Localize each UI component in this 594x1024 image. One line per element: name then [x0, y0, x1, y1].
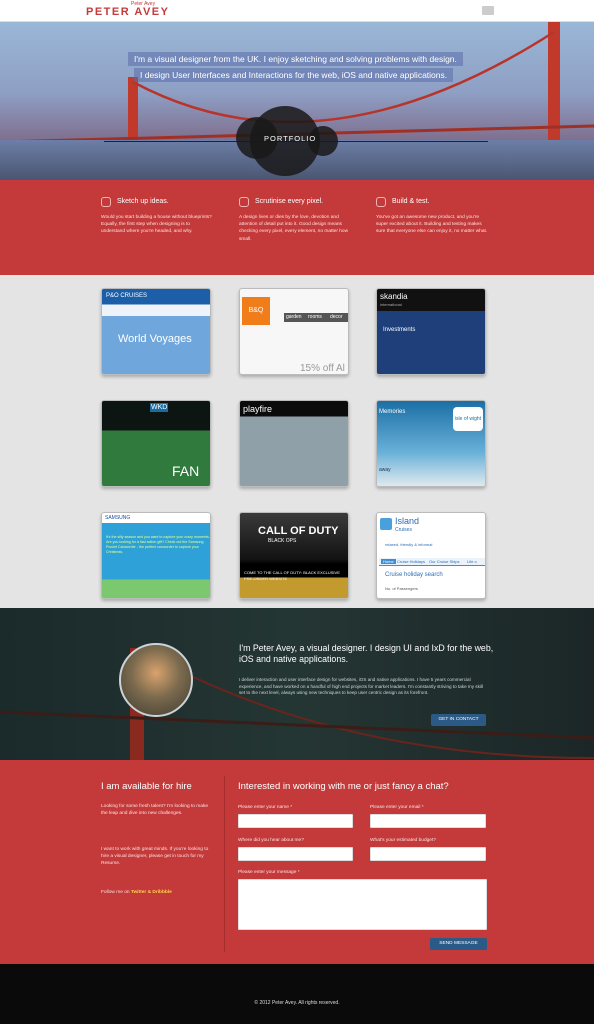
project-samsung[interactable]: SAMSUNG It's the silly season and you wa…	[101, 512, 211, 599]
column-divider	[224, 776, 225, 952]
message-field[interactable]	[238, 879, 487, 930]
hire-text: Looking for some fresh talent? I'm looki…	[101, 804, 209, 817]
wight-sub: away	[379, 467, 391, 473]
avatar	[119, 643, 193, 717]
feature-text: You've got an awesome new product, and y…	[376, 215, 488, 235]
po-brand: P&O CRUISES	[106, 293, 148, 299]
about-heading: I'm Peter Avey, a visual designer. I des…	[239, 643, 494, 664]
portfolio-gallery: P&O CRUISES World Voyages B&Q garden roo…	[0, 275, 594, 608]
feature-title: Build & test.	[392, 198, 430, 205]
footer: © 2012 Peter Avey. All rights reserved.	[0, 964, 594, 1024]
send-message-button[interactable]: SEND MESSAGE	[430, 938, 487, 950]
about-body: I deliver interaction and user interface…	[239, 677, 483, 696]
budget-field[interactable]	[370, 847, 486, 861]
hero-line-1: I'm a visual designer from the UK. I enj…	[128, 52, 463, 66]
cloud-icon	[101, 197, 111, 207]
skandia-heading: Investments	[383, 327, 416, 333]
hear-field[interactable]	[238, 847, 353, 861]
island-tab: Our Cruise Ships	[429, 559, 460, 564]
hire-text: I want to work with great minds. If you'…	[101, 847, 209, 867]
top-bar: Peter Avey PETER AVEY	[0, 0, 594, 22]
feature-scrutinise: Scrutinise every pixel. A design lives o…	[239, 197, 351, 243]
samsung-text: It's the silly season and you want to ca…	[106, 535, 210, 554]
project-wkd[interactable]: WKD FAN	[101, 400, 211, 487]
island-tagline: relaxed, friendly & informal	[385, 542, 433, 547]
island-search: Cruise holiday search	[385, 572, 443, 578]
wrench-icon	[376, 197, 386, 207]
island-brand: Island	[395, 516, 420, 526]
project-playfire[interactable]: playfire	[239, 400, 349, 487]
email-label: Please enter your email *	[370, 805, 424, 810]
contact-title: Interested in working with me or just fa…	[238, 781, 449, 792]
bq-nav: garden rooms decor	[284, 313, 348, 322]
bq-nav-item: garden	[286, 314, 302, 320]
features-section: Sketch up ideas. Would you start buildin…	[0, 180, 594, 275]
follow-line: Follow me on Twitter & Dribbble	[101, 890, 172, 895]
island-tab: Cruise Holidays	[397, 559, 426, 564]
feature-title: Sketch up ideas.	[117, 198, 169, 205]
wkd-logo: WKD	[150, 403, 169, 412]
po-title: World Voyages	[118, 333, 192, 345]
cod-title: CALL OF DUTY	[258, 525, 339, 537]
bq-nav-item: rooms	[308, 314, 322, 320]
feature-sketch: Sketch up ideas. Would you start buildin…	[101, 197, 213, 236]
skandia-sub: international	[380, 302, 402, 307]
name-label: Please enter your name *	[238, 805, 293, 810]
island-tab: Life o	[467, 559, 477, 564]
bq-offer: 15% off Al	[300, 363, 345, 374]
project-island-cruises[interactable]: Island Cruises relaxed, friendly & infor…	[376, 512, 486, 599]
project-wight[interactable]: Memories isle of wight away	[376, 400, 486, 487]
island-tab: Home	[381, 559, 396, 564]
skandia-brand: skandia	[380, 292, 408, 301]
cod-sub: BLACK OPS	[268, 538, 297, 544]
bq-logo: B&Q	[242, 297, 270, 325]
get-in-contact-button[interactable]: GET IN CONTACT	[431, 714, 486, 726]
feature-text: Would you start building a house without…	[101, 215, 212, 235]
project-skandia[interactable]: skandia international Investments	[376, 288, 486, 375]
menu-icon[interactable]	[482, 6, 494, 15]
social-links[interactable]: Twitter & Dribbble	[131, 890, 172, 895]
playfire-brand: playfire	[243, 404, 273, 414]
island-brand-2: Cruises	[395, 527, 412, 533]
samsung-brand: SAMSUNG	[105, 515, 131, 521]
wight-heading: Memories	[379, 409, 406, 415]
follow-prefix: Follow me on	[101, 890, 130, 895]
hire-title: I am available for hire	[101, 781, 192, 792]
hero: I'm a visual designer from the UK. I enj…	[0, 22, 594, 180]
hear-label: Where did you hear about me?	[238, 838, 304, 843]
feature-title: Scrutinise every pixel.	[255, 198, 324, 205]
project-po-cruises[interactable]: P&O CRUISES World Voyages	[101, 288, 211, 375]
portfolio-label[interactable]: PORTFOLIO	[264, 134, 316, 143]
feature-build: Build & test. You've got an awesome new …	[376, 197, 488, 236]
feature-text: A design lives or dies by the love, devo…	[239, 215, 349, 242]
pixel-icon	[239, 197, 249, 207]
wkd-banner: FAN	[172, 463, 200, 479]
island-logo-icon	[380, 518, 392, 530]
bq-nav-item: decor	[330, 314, 343, 320]
copyright: © 2012 Peter Avey. All rights reserved.	[254, 1000, 340, 1006]
name-field[interactable]	[238, 814, 353, 828]
island-passengers: No. of Passengers	[385, 586, 418, 591]
island-tabs: Home Cruise Holidays Our Cruise Ships Li…	[379, 558, 485, 566]
budget-label: What's your estimated budget?	[370, 838, 436, 843]
project-call-of-duty[interactable]: CALL OF DUTY BLACK OPS COME TO THE CALL …	[239, 512, 349, 599]
message-label: Please enter your message *	[238, 870, 300, 875]
site-logo[interactable]: PETER AVEY	[86, 6, 169, 18]
project-bq[interactable]: B&Q garden rooms decor 15% off Al	[239, 288, 349, 375]
hero-line-2: I design User Interfaces and Interaction…	[134, 68, 454, 82]
cod-band: COME TO THE CALL OF DUTY: BLACK EXCLUSIV…	[244, 570, 340, 581]
email-field[interactable]	[370, 814, 486, 828]
wight-badge: isle of wight	[453, 407, 483, 431]
